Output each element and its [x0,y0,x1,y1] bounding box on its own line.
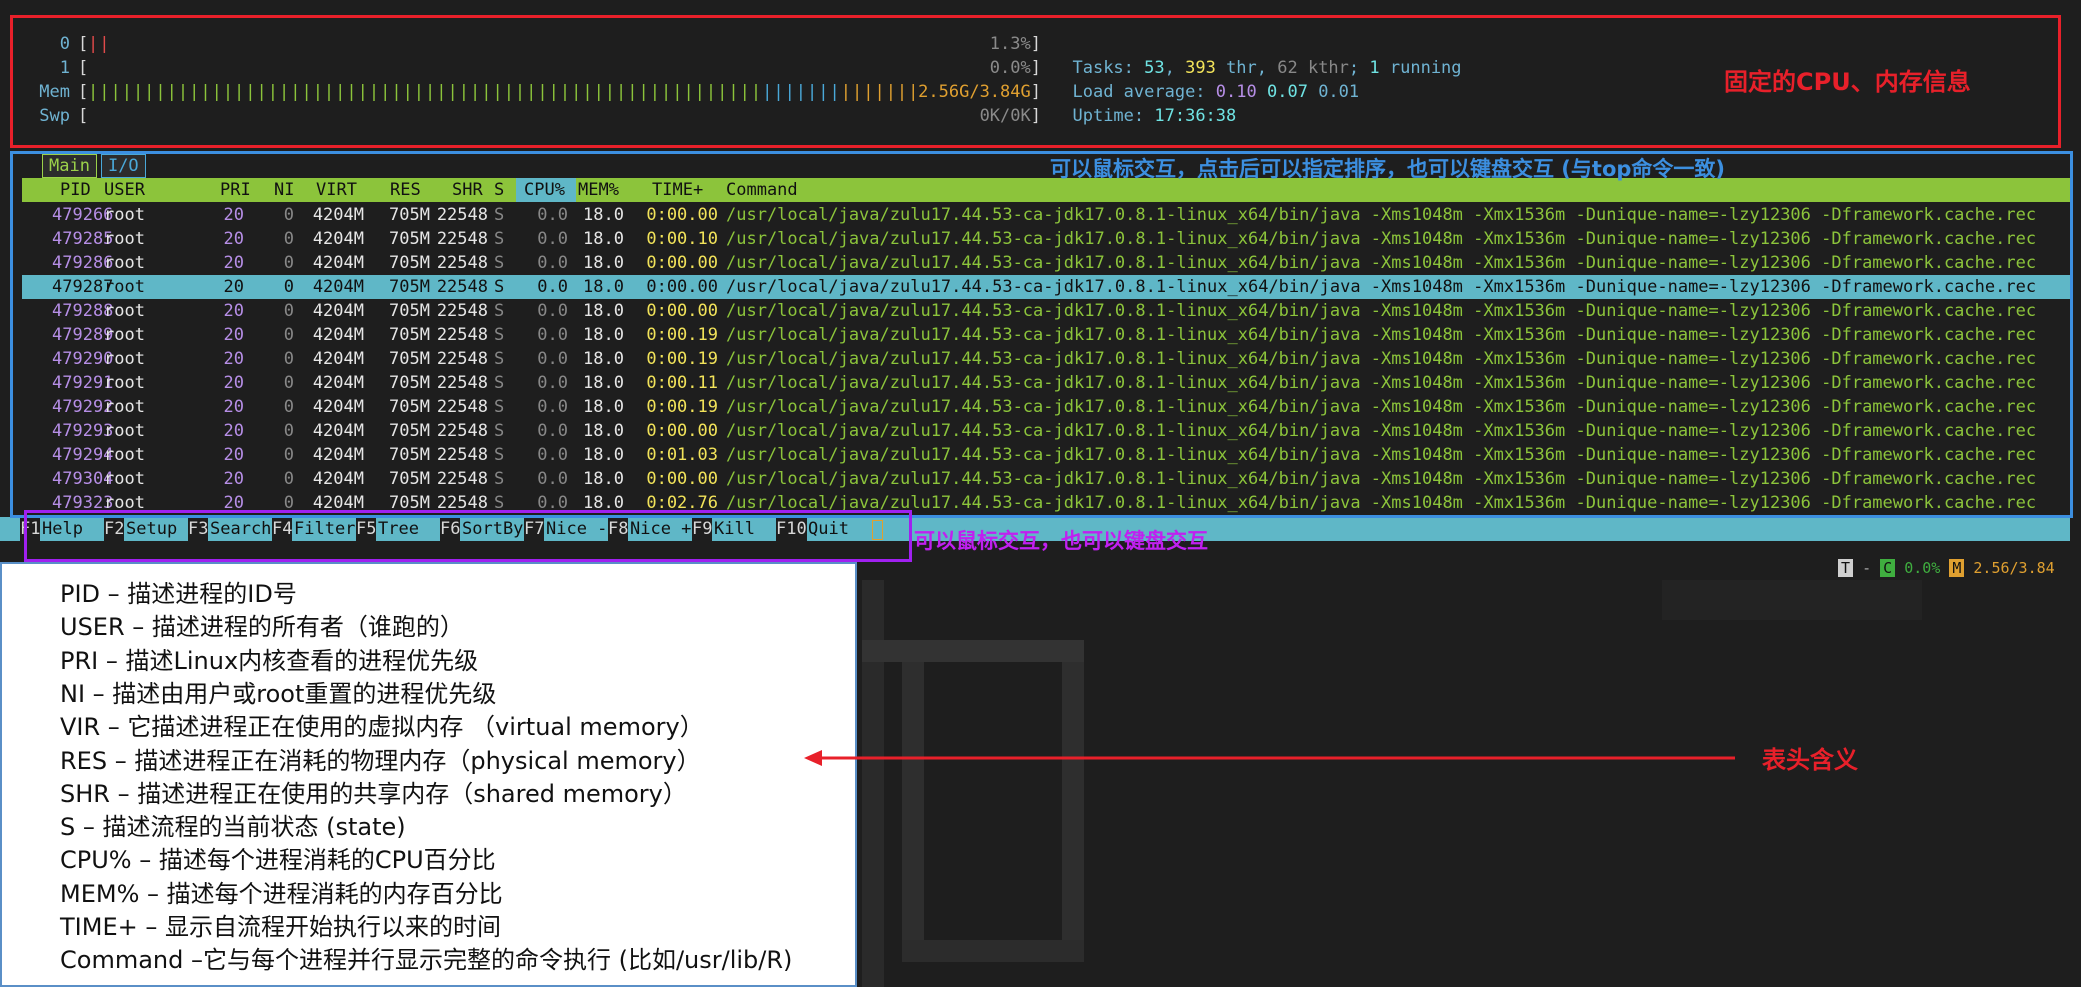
legend-line: MEM% – 描述每个进程消耗的内存百分比 [60,879,503,908]
legend-line: SHR – 描述进程正在使用的共享内存（shared memory） [60,779,687,808]
legend-line: PRI – 描述Linux内核查看的进程优先级 [60,646,479,675]
legend-line: S – 描述流程的当前状态 (state) [60,813,406,842]
footer-highlight-box [24,510,912,562]
mosaic-block [902,662,924,962]
legend-line: PID – 描述进程的ID号 [60,580,297,608]
legend-line: TIME+ – 显示自流程开始执行以来的时间 [60,913,501,941]
mosaic-block [862,640,1084,662]
status-indicators: T - C 0.0% M 2.56/3.84 [1838,558,2055,578]
legend-line: RES – 描述进程正在消耗的物理内存（physical memory） [60,746,701,775]
column-legend-panel: PID – 描述进程的ID号 USER – 描述进程的所有者（谁跑的） PRI – … [0,562,857,987]
mosaic-block [1662,580,1922,620]
table-highlight-box [10,151,2073,518]
mosaic-block [1062,662,1084,962]
pixelated-region [862,580,2081,987]
mosaic-block [902,940,1084,962]
status-separator: - [1862,559,1872,577]
meters-note: 固定的CPU、内存信息 [1724,68,1971,96]
header-note: 表头含义 [1762,746,1858,774]
status-m-badge: M [1949,559,1965,577]
pointer-arrow [804,750,1735,766]
legend-line: CPU% – 描述每个进程消耗的CPU百分比 [60,846,496,875]
footer-note: 可以鼠标交互，也可以键盘交互 [914,529,1208,553]
legend-line: Command –它与每个进程并行显示完整的命令执行 (比如/usr/lib/R… [60,946,793,975]
legend-line: NI – 描述由用户或root重置的进程优先级 [60,679,497,708]
legend-line: USER – 描述进程的所有者（谁跑的） [60,613,464,642]
status-cpu: 0.0% [1904,559,1941,577]
legend-line: VIR – 它描述进程正在使用的虚拟内存 （virtual memory） [60,713,704,742]
table-note: 可以鼠标交互，点击后可以指定排序，也可以键盘交互 (与top命令一致) [1050,157,1726,181]
status-t-badge: T [1838,559,1854,577]
arrow-head [804,750,822,766]
status-mem: 2.56/3.84 [1973,559,2055,577]
status-c-badge: C [1880,559,1896,577]
